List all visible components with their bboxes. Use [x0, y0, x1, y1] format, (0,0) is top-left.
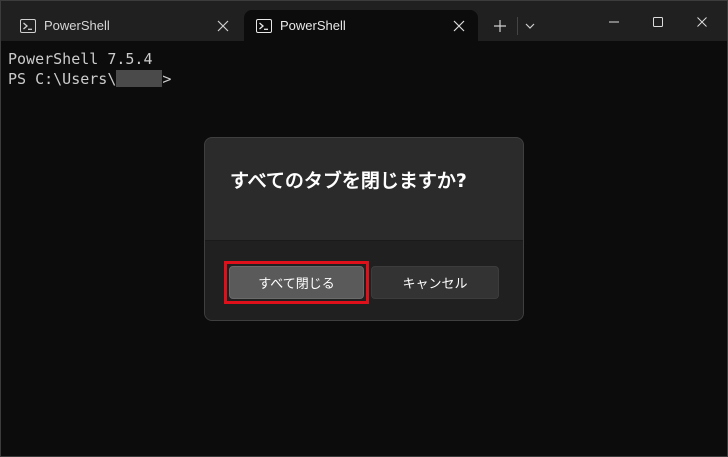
prompt-path: PS C:\Users\ [8, 70, 117, 88]
minimize-icon[interactable] [607, 15, 621, 29]
terminal-version-line: PowerShell 7.5.4 [8, 50, 153, 68]
close-icon[interactable] [216, 19, 230, 33]
powershell-icon [256, 19, 272, 33]
cancel-button[interactable]: キャンセル [371, 266, 499, 299]
dialog-footer: すべて閉じる キャンセル [205, 240, 523, 320]
dialog-title: すべてのタブを閉じますか? [230, 170, 467, 192]
terminal-prompt: PS C:\Users\ > [8, 70, 171, 88]
powershell-icon [20, 19, 36, 33]
tab-label: PowerShell [44, 18, 110, 33]
tab-label: PowerShell [280, 18, 346, 33]
divider [517, 17, 518, 35]
title-bar: PowerShell PowerShell [0, 0, 728, 42]
chevron-down-icon[interactable] [524, 20, 536, 32]
tab-powershell-2[interactable]: PowerShell [244, 10, 478, 42]
maximize-icon[interactable] [651, 15, 665, 29]
close-all-tabs-dialog: すべてのタブを閉じますか? すべて閉じる キャンセル [204, 137, 524, 321]
prompt-caret: > [162, 70, 172, 88]
tab-powershell-1[interactable]: PowerShell [8, 10, 242, 42]
close-icon[interactable] [695, 15, 709, 29]
close-all-button[interactable]: すべて閉じる [224, 261, 369, 304]
plus-icon[interactable] [492, 18, 508, 34]
close-icon[interactable] [452, 19, 466, 33]
redacted-username [116, 70, 163, 87]
